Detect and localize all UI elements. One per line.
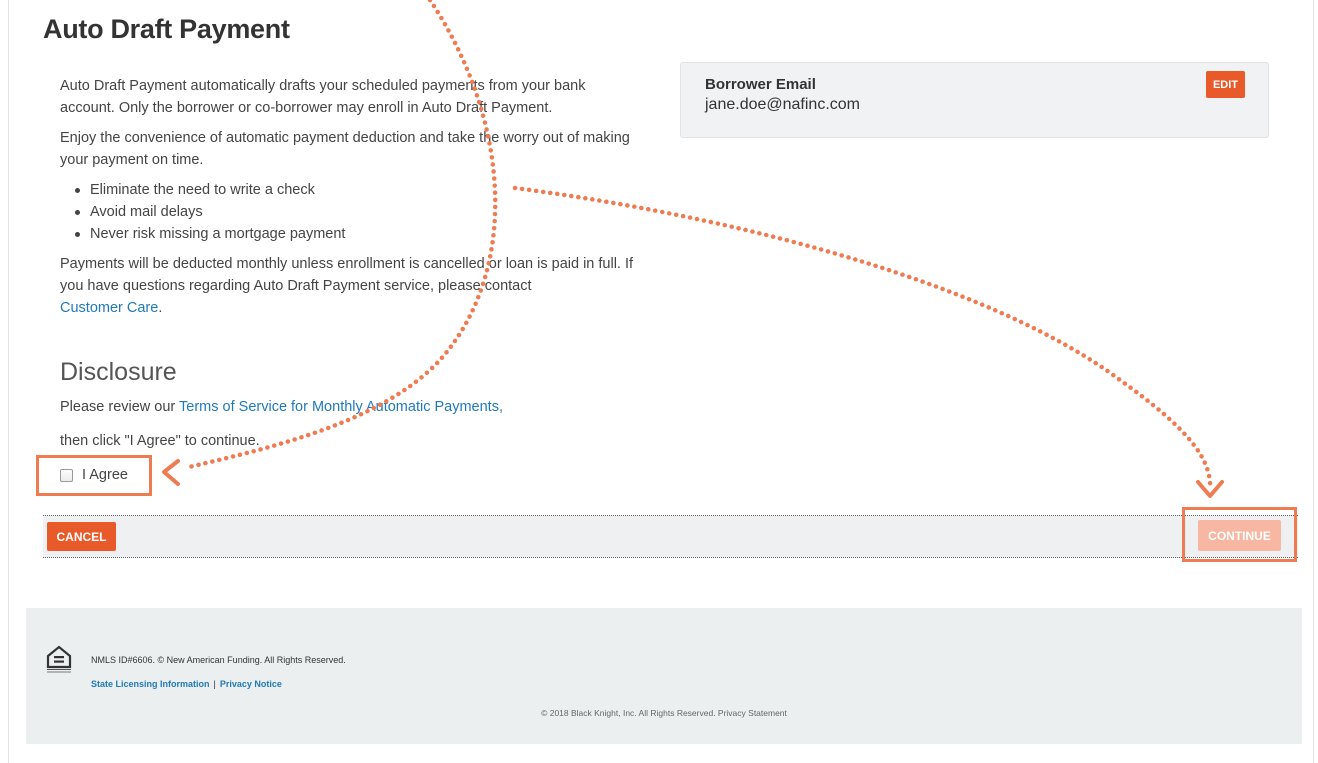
intro-section: Auto Draft Payment automatically drafts … [60,75,640,327]
disclosure-instruction: then click "I Agree" to continue. [60,433,260,449]
link-separator: | [213,679,216,689]
agree-label[interactable]: I Agree [82,467,128,483]
edit-email-button[interactable]: EDIT [1206,71,1245,98]
copyright-text: © 2018 Black Knight, Inc. All Rights Res… [541,708,787,718]
cancel-button[interactable]: CANCEL [47,522,116,551]
email-value: jane.doe@nafinc.com [705,96,860,113]
state-licensing-link[interactable]: State Licensing Information [91,679,210,689]
disclosure-title: Disclosure [60,358,177,386]
action-bar: CANCEL [43,515,1298,558]
nmls-text: NMLS ID#6606. © New American Funding. Al… [91,655,346,665]
email-label: Borrower Email [705,76,816,93]
review-prefix: Please review our [60,399,180,415]
intro-paragraph-3: Payments will be deducted monthly unless… [60,253,640,319]
list-item: Eliminate the need to write a check [60,179,640,201]
page-title: Auto Draft Payment [43,14,290,44]
equal-housing-icon [46,645,72,673]
list-item: Never risk missing a mortgage payment [60,223,640,245]
intro-paragraph-2: Enjoy the convenience of automatic payme… [60,130,630,168]
terms-of-service-link[interactable]: Terms of Service for Monthly Automatic P… [179,399,503,415]
contact-text: Payments will be deducted monthly unless… [60,256,634,294]
disclosure-review-text: Please review our Terms of Service for M… [60,399,503,415]
footer-links: State Licensing Information | Privacy Noti… [91,679,282,689]
agree-row[interactable]: I Agree [60,467,128,483]
borrower-email-card: Borrower Email jane.doe@nafinc.com EDIT [680,62,1269,138]
intro-paragraph-1: Auto Draft Payment automatically drafts … [60,78,586,116]
footer: NMLS ID#6606. © New American Funding. Al… [26,608,1302,744]
period: . [158,300,163,316]
list-item: Avoid mail delays [60,201,640,223]
privacy-notice-link[interactable]: Privacy Notice [220,679,282,689]
continue-button[interactable]: CONTINUE [1198,520,1281,551]
agree-checkbox[interactable] [60,468,73,482]
benefits-list: Eliminate the need to write a check Avoi… [60,179,640,245]
customer-care-link[interactable]: Customer Care [60,300,158,316]
